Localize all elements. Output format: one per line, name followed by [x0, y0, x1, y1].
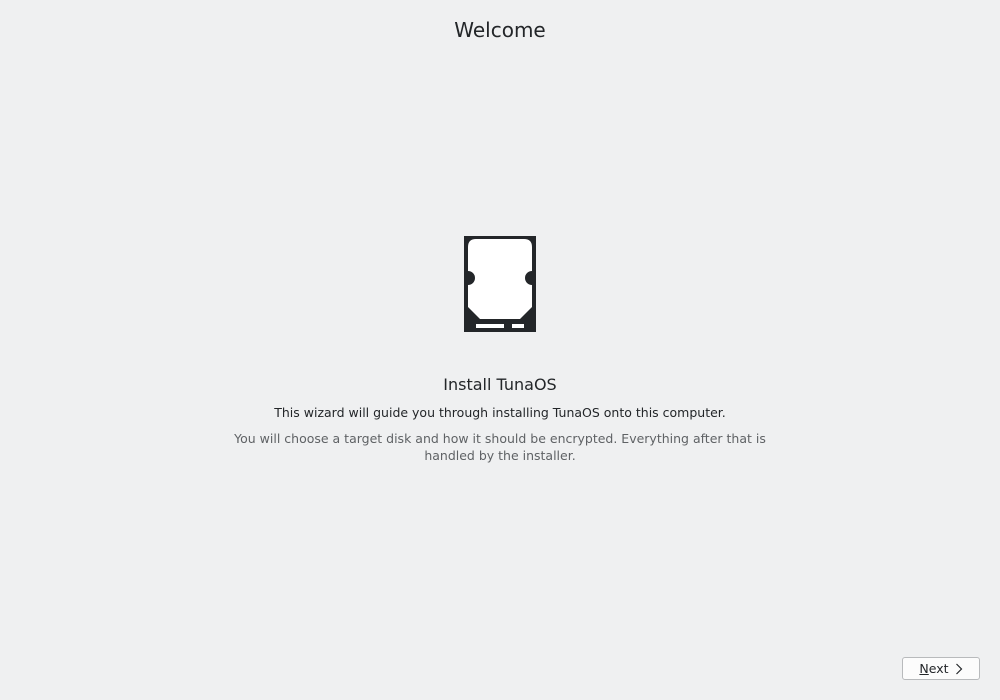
chevron-right-icon — [955, 663, 962, 674]
install-headline: Install TunaOS — [443, 375, 557, 394]
install-detail: You will choose a target disk and how it… — [234, 431, 766, 463]
installer-window: Welcome Install TunaOS This wizard will … — [0, 0, 1000, 700]
next-label-rest: ext — [928, 661, 949, 676]
hard-drive-icon — [464, 236, 536, 332]
next-button[interactable]: Next — [902, 657, 980, 680]
install-description: This wizard will guide you through insta… — [274, 405, 726, 420]
next-button-label: Next — [919, 661, 948, 676]
page-title: Welcome — [454, 18, 546, 42]
next-mnemonic: N — [919, 661, 929, 676]
